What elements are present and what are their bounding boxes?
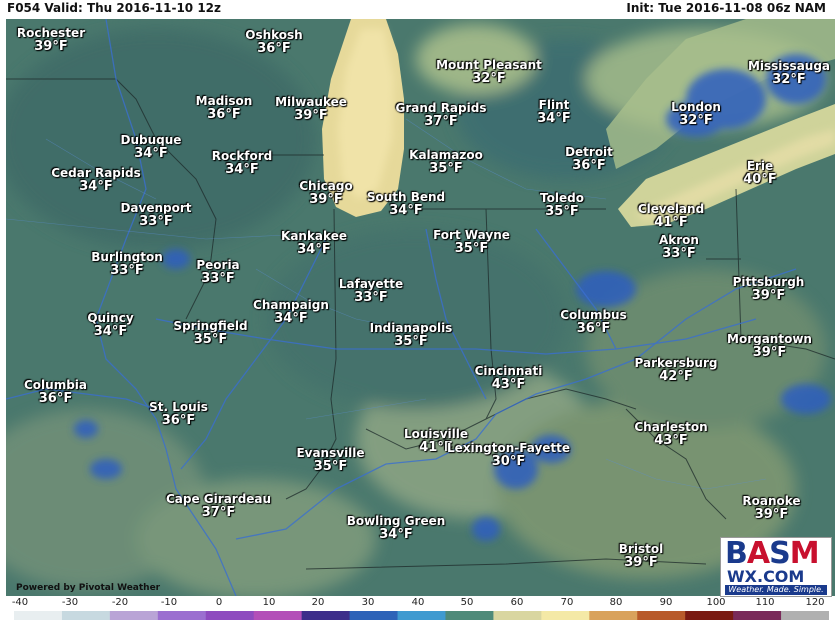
powered-by-label: Powered by Pivotal Weather bbox=[16, 583, 161, 593]
city-label: Fort Wayne 35°F bbox=[433, 228, 510, 257]
city-label: Columbia 36°F bbox=[23, 378, 87, 407]
color-scale-labels: -40 -30 -20 -10 0 10 20 30 40 50 60 70 8… bbox=[0, 597, 835, 610]
logo-letters: BASM bbox=[725, 536, 820, 571]
color-scale-bar bbox=[14, 611, 829, 620]
city-label: Toledo 35°F bbox=[540, 191, 584, 220]
city-label: Roanoke 39°F bbox=[742, 494, 801, 523]
scale-swatch bbox=[445, 611, 494, 620]
city-label: Madison 36°F bbox=[195, 94, 253, 123]
scale-swatch bbox=[14, 611, 63, 620]
city-label: Mount Pleasant 32°F bbox=[436, 58, 542, 87]
scale-label: -30 bbox=[61, 597, 79, 608]
scale-swatch bbox=[157, 611, 207, 620]
scale-swatch bbox=[589, 611, 638, 620]
city-label: Oshkosh 36°F bbox=[245, 28, 303, 57]
city-label: Bristol 39°F bbox=[618, 542, 664, 571]
city-label: Indianapolis 35°F bbox=[369, 321, 453, 350]
city-label: Rochester 39°F bbox=[16, 26, 86, 55]
scale-label: 10 bbox=[262, 597, 276, 608]
city-label: Columbus 36°F bbox=[560, 308, 627, 337]
scale-swatch bbox=[301, 611, 351, 620]
valid-time-label: F054 Valid: Thu 2016-11-10 12z bbox=[7, 1, 222, 15]
scale-label: 50 bbox=[460, 597, 474, 608]
city-label: Detroit 36°F bbox=[565, 145, 613, 174]
basm-wx-logo[interactable]: BASM WX.COM Weather. Made. Simple. bbox=[720, 537, 832, 597]
scale-swatch bbox=[61, 611, 111, 620]
scale-swatch bbox=[397, 611, 446, 620]
scale-label: 90 bbox=[659, 597, 673, 608]
city-label: Cedar Rapids 34°F bbox=[51, 166, 141, 195]
city-label: South Bend 34°F bbox=[366, 190, 446, 219]
city-label: Burlington 33°F bbox=[91, 250, 163, 279]
scale-label: 30 bbox=[361, 597, 375, 608]
scale-swatch bbox=[253, 611, 303, 620]
scale-label: -40 bbox=[11, 597, 29, 608]
city-label: Quincy 34°F bbox=[87, 311, 134, 340]
city-label: St. Louis 36°F bbox=[149, 400, 208, 429]
scale-label: 60 bbox=[510, 597, 524, 608]
city-label: Peoria 33°F bbox=[196, 258, 240, 287]
scale-label: 100 bbox=[706, 597, 726, 608]
city-label: Cleveland 41°F bbox=[637, 202, 705, 231]
init-time-label: Init: Tue 2016-11-08 06z NAM bbox=[626, 1, 826, 15]
city-label: Champaign 34°F bbox=[253, 298, 329, 327]
scale-swatch bbox=[733, 611, 782, 620]
scale-swatch bbox=[541, 611, 590, 620]
scale-label: 0 bbox=[215, 597, 223, 608]
scale-swatch bbox=[349, 611, 399, 620]
city-label: Milwaukee 39°F bbox=[275, 95, 347, 124]
city-label: Erie 40°F bbox=[743, 159, 777, 188]
scale-label: 110 bbox=[755, 597, 775, 608]
city-label: Lexington-Fayette 30°F bbox=[446, 441, 571, 470]
city-label: Kankakee 34°F bbox=[281, 229, 347, 258]
logo-tagline: Weather. Made. Simple. bbox=[725, 585, 827, 595]
scale-swatch bbox=[637, 611, 686, 620]
scale-label: 70 bbox=[560, 597, 574, 608]
logo-domain: WX.COM bbox=[727, 567, 805, 586]
scale-label: 40 bbox=[411, 597, 425, 608]
city-label: Parkersburg 42°F bbox=[634, 356, 718, 385]
temperature-map: Rochester 39°F Oshkosh 36°F Mount Pleasant… bbox=[6, 19, 835, 596]
city-label: London 32°F bbox=[671, 100, 721, 129]
scale-swatch bbox=[781, 611, 829, 620]
city-label: Springfield 35°F bbox=[173, 319, 248, 348]
city-label: Evansville 35°F bbox=[296, 446, 365, 475]
city-label: Dubuque 34°F bbox=[120, 133, 182, 162]
city-label: Akron 33°F bbox=[659, 233, 699, 262]
scale-swatch bbox=[493, 611, 542, 620]
city-label: Flint 34°F bbox=[537, 98, 571, 127]
map-header: F054 Valid: Thu 2016-11-10 12z Init: Tue… bbox=[0, 0, 835, 19]
city-label: Mississauga 32°F bbox=[747, 59, 831, 88]
scale-swatch bbox=[685, 611, 734, 620]
scale-label: 20 bbox=[311, 597, 325, 608]
scale-swatch bbox=[205, 611, 255, 620]
scale-label: 80 bbox=[609, 597, 623, 608]
city-label: Grand Rapids 37°F bbox=[395, 101, 487, 130]
city-label: Davenport 33°F bbox=[120, 201, 192, 230]
city-label: Lafayette 33°F bbox=[338, 277, 404, 306]
scale-label: 120 bbox=[805, 597, 825, 608]
scale-label: -20 bbox=[111, 597, 129, 608]
city-label: Rockford 34°F bbox=[211, 149, 273, 178]
city-label: Kalamazoo 35°F bbox=[409, 148, 483, 177]
city-label: Cincinnati 43°F bbox=[474, 364, 543, 393]
city-label: Chicago 39°F bbox=[299, 179, 353, 208]
scale-label: -10 bbox=[160, 597, 178, 608]
city-label: Cape Girardeau 37°F bbox=[166, 492, 272, 521]
city-label: Morgantown 39°F bbox=[727, 332, 812, 361]
city-label: Pittsburgh 39°F bbox=[732, 275, 805, 304]
scale-swatch bbox=[109, 611, 159, 620]
city-label: Charleston 43°F bbox=[634, 420, 708, 449]
city-label: Bowling Green 34°F bbox=[346, 514, 446, 543]
